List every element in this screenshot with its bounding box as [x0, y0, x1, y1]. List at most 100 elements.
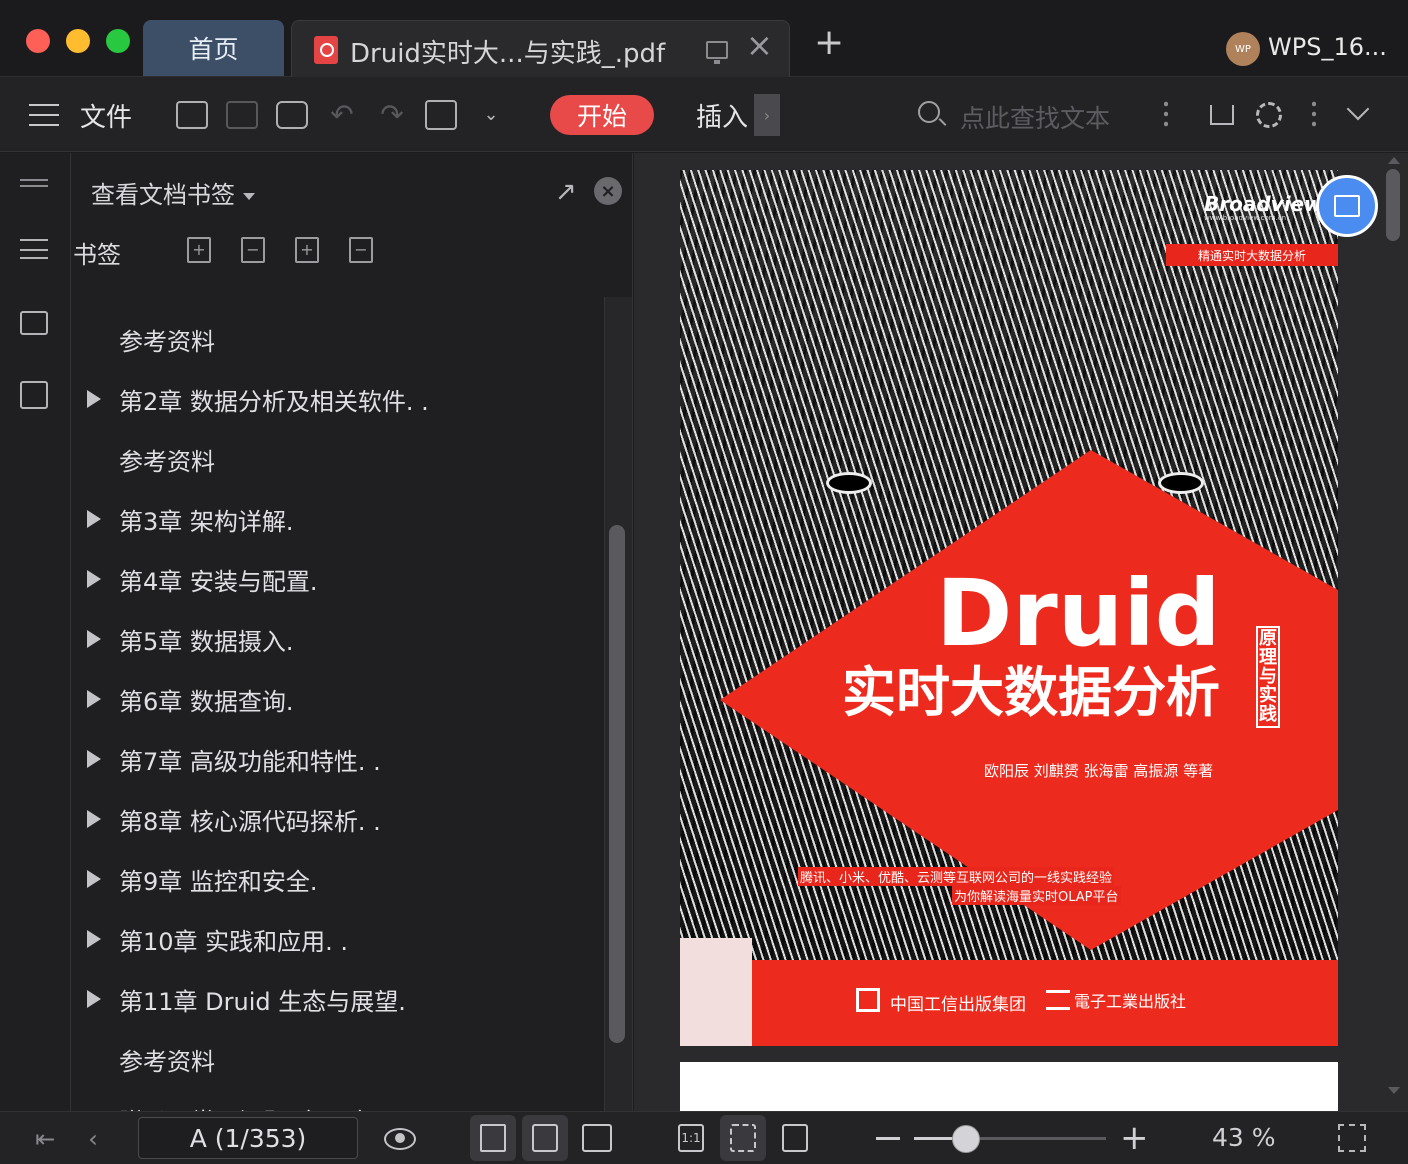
bookmark-item[interactable]: 第5章 数据摄入.: [71, 609, 606, 669]
bookmark-item-label: 参考资料: [119, 327, 215, 356]
continuous-view-button[interactable]: [470, 1115, 516, 1161]
document-view[interactable]: Broadview www.broadview.com.cn 精通实时大数据分析…: [634, 153, 1408, 1111]
zoom-out-button[interactable]: [876, 1137, 900, 1140]
collapse-panel-icon[interactable]: [20, 179, 48, 187]
bookmark-item-label: 附录A 常见问题（FAQ）: [119, 1102, 382, 1112]
collapse-ribbon-icon[interactable]: [1346, 97, 1370, 121]
save-button[interactable]: [224, 77, 260, 152]
bookmark-item[interactable]: 第11章 Druid 生态与展望.: [71, 969, 606, 1029]
bookmarks-icon[interactable]: [20, 239, 48, 259]
more-options-icon[interactable]: [1312, 99, 1316, 127]
bookmark-panel: 查看文档书签 ↗ × 书签 + − + − 参考资料 第2章 数据分析及相关软件.…: [71, 153, 633, 1111]
expand-arrow-icon[interactable]: [87, 930, 101, 948]
close-panel-icon[interactable]: ×: [594, 177, 622, 205]
zoom-level[interactable]: 43 %: [1212, 1123, 1276, 1152]
bookmark-item[interactable]: 第9章 监控和安全.: [71, 849, 606, 909]
add-bookmark-icon[interactable]: +: [295, 237, 319, 263]
expand-all-icon[interactable]: +: [187, 237, 211, 263]
tab-start[interactable]: 开始: [550, 95, 654, 135]
document-scrollbar-thumb[interactable]: [1386, 169, 1400, 241]
publisher-brand: Broadview: [1204, 192, 1323, 216]
bookmark-item[interactable]: 第2章 数据分析及相关软件. .: [71, 369, 606, 429]
expand-arrow-icon[interactable]: [87, 690, 101, 708]
expand-arrow-icon[interactable]: [87, 870, 101, 888]
bookmark-item[interactable]: 第3章 架构详解.: [71, 489, 606, 549]
fit-width-button[interactable]: [772, 1115, 818, 1161]
maximize-window-button[interactable]: [106, 29, 130, 53]
next-page-preview: [680, 1062, 1338, 1111]
pdf-file-icon: [314, 36, 338, 64]
single-page-view-button[interactable]: [522, 1115, 568, 1161]
scroll-down-arrow[interactable]: [1388, 1087, 1400, 1094]
bookmark-item[interactable]: 第4章 安装与配置.: [71, 549, 606, 609]
new-tab-button[interactable]: +: [814, 25, 844, 61]
open-button[interactable]: [174, 77, 210, 152]
close-window-button[interactable]: [26, 29, 50, 53]
bookmark-scrollbar-thumb[interactable]: [609, 525, 625, 1043]
pop-out-icon[interactable]: ↗: [555, 177, 577, 207]
side-rail: [0, 153, 71, 1111]
zoom-slider-knob[interactable]: [951, 1125, 980, 1153]
reading-mode-icon[interactable]: [384, 1128, 416, 1150]
minimize-window-button[interactable]: [66, 29, 90, 53]
remove-bookmark-icon[interactable]: −: [349, 237, 373, 263]
file-menu[interactable]: 文件: [80, 97, 132, 134]
collapse-all-icon[interactable]: −: [241, 237, 265, 263]
expand-arrow-icon[interactable]: [87, 570, 101, 588]
bookmark-item[interactable]: 第7章 高级功能和特性. .: [71, 729, 606, 789]
fullscreen-icon[interactable]: [1338, 1124, 1366, 1152]
avatar[interactable]: WP: [1226, 32, 1260, 66]
single-page-icon: [532, 1124, 558, 1152]
search-input[interactable]: 点此查找文本: [960, 99, 1110, 135]
bookmark-item[interactable]: 第6章 数据查询.: [71, 669, 606, 729]
cover-tagline-1: 腾讯、小米、优酷、云测等互联网公司的一线实践经验: [798, 867, 1115, 886]
more-tools-button[interactable]: ⌄: [480, 77, 502, 152]
screen-icon[interactable]: [706, 41, 728, 64]
search-icon[interactable]: [918, 101, 940, 123]
bookmark-item[interactable]: 第10章 实践和应用. .: [71, 909, 606, 969]
publisher-name-2: 電子工業出版社: [1074, 992, 1187, 1011]
export-pdf-button[interactable]: [424, 77, 458, 152]
two-page-view-button[interactable]: [574, 1115, 620, 1161]
expand-arrow-icon[interactable]: [87, 630, 101, 648]
bookmark-item[interactable]: 参考资料: [71, 1029, 606, 1089]
ribbon-scroll-button[interactable]: ›: [754, 94, 780, 136]
expand-arrow-icon[interactable]: [87, 990, 101, 1008]
redo-button[interactable]: ↷: [376, 77, 408, 152]
previous-page-button[interactable]: ‹: [84, 1112, 102, 1164]
menu-button[interactable]: [28, 77, 60, 152]
print-button[interactable]: [274, 77, 310, 152]
fit-page-button[interactable]: [720, 1115, 766, 1161]
page-number-field[interactable]: A (1/353): [138, 1117, 358, 1159]
bookmark-item-label: 参考资料: [119, 1047, 215, 1076]
convert-icon: [1334, 195, 1360, 217]
user-name[interactable]: WPS_16...: [1268, 33, 1387, 61]
first-page-button[interactable]: ⇤: [34, 1112, 56, 1164]
close-tab-icon[interactable]: ×: [746, 29, 773, 61]
publisher-url: www.broadview.com.cn: [1204, 214, 1287, 222]
tab-insert[interactable]: 插入: [696, 97, 748, 134]
bookmark-item[interactable]: 参考资料: [71, 309, 606, 369]
tab-home[interactable]: 首页: [143, 20, 284, 76]
expand-arrow-icon[interactable]: [87, 390, 101, 408]
bookmark-item[interactable]: 附录A 常见问题（FAQ）: [71, 1089, 606, 1112]
expand-arrow-icon[interactable]: [87, 510, 101, 528]
export-sidebar-icon[interactable]: [20, 381, 48, 409]
bookmark-view-dropdown[interactable]: 查看文档书签: [91, 175, 255, 210]
more-icon[interactable]: [1164, 99, 1168, 127]
expand-arrow-icon[interactable]: [87, 810, 101, 828]
expand-arrow-icon[interactable]: [87, 750, 101, 768]
undo-button[interactable]: ↶: [326, 77, 358, 152]
scroll-up-arrow[interactable]: [1388, 157, 1400, 164]
thumbnails-icon[interactable]: [20, 311, 48, 335]
bookmark-item-label: 参考资料: [119, 447, 215, 476]
actual-size-button[interactable]: 1:1: [668, 1115, 714, 1161]
gear-icon[interactable]: [1256, 102, 1282, 128]
wolf-eye-left: [826, 472, 872, 494]
bookmark-item[interactable]: 参考资料: [71, 429, 606, 489]
zoom-in-button[interactable]: +: [1120, 1121, 1149, 1155]
floating-convert-button[interactable]: [1316, 175, 1378, 237]
share-icon[interactable]: [1210, 105, 1234, 125]
tab-document[interactable]: Druid实时大...与实践_.pdf ×: [291, 20, 790, 77]
bookmark-item[interactable]: 第8章 核心源代码探析. .: [71, 789, 606, 849]
